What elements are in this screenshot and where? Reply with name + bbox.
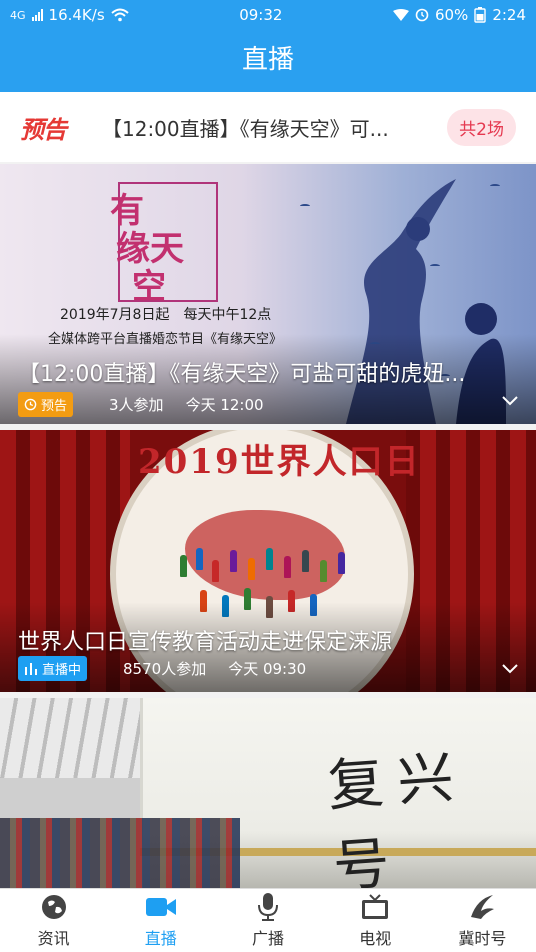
card-title[interactable]: 世界人口日宣传教育活动走进保定涞源 (18, 624, 518, 656)
crowd-image (0, 818, 240, 888)
battery-icon (474, 7, 487, 23)
status-badge-label: 直播中 (42, 663, 82, 678)
nav-label: 冀时号 (458, 928, 507, 948)
card-title[interactable]: 【12:00直播】《有缘天空》可盐可甜的虎妞... (18, 356, 518, 388)
top-bar: 4G 16.4K/s 09:32 60% 2:24 直播 (0, 0, 536, 92)
person-figure (230, 550, 237, 572)
bird-icon (490, 184, 500, 188)
nav-label: 广播 (252, 928, 285, 948)
preview-strip[interactable]: 预告 【12:00直播】《有缘天空》可... 共2场 (0, 92, 536, 162)
poster-date-line: 2019年7月8日起 每天中午12点 (60, 307, 272, 323)
page-title: 直播 (241, 45, 294, 75)
status-badge: 直播中 (18, 656, 88, 681)
network-type: 4G (10, 8, 26, 22)
signal-icon (31, 9, 43, 21)
microphone-icon (252, 892, 284, 921)
nav-label: 直播 (144, 928, 177, 948)
nav-label: 电视 (359, 928, 392, 948)
nav-item-news[interactable]: 资讯 (0, 889, 107, 952)
status-extra: 2:24 (492, 6, 526, 24)
person-figure (212, 560, 219, 582)
show-logo-line-1: 有 (110, 191, 144, 231)
person-figure (302, 550, 309, 572)
bottom-nav: 资讯 直播 广播 电视 冀时号 (0, 888, 536, 952)
person-figure (248, 558, 255, 580)
show-logo-line-2: 缘天 (116, 229, 184, 269)
alarm-icon (415, 8, 429, 22)
preview-tag: 预告 (20, 115, 67, 144)
nav-item-live[interactable]: 直播 (107, 889, 214, 952)
chevron-down-icon[interactable] (502, 390, 518, 411)
live-card-2[interactable]: 2019世界人口日 世界人口日宣传教育活动走进保定涞源 直播中 8570人参加 … (0, 430, 536, 692)
clock-icon (24, 398, 37, 411)
preview-title[interactable]: 【12:00直播】《有缘天空》可... (82, 113, 425, 142)
live-card-1[interactable]: 有 缘天 空 2019年7月8日起 每天中午12点 全媒体跨平台直播婚恋节目《有… (0, 164, 536, 424)
nav-item-tv[interactable]: 电视 (322, 889, 429, 952)
poster-banner: 2019世界人口日 (138, 442, 421, 482)
live-bars-icon (25, 663, 37, 675)
card-meta: 直播中 8570人参加 今天 09:30 (18, 656, 306, 681)
globe-icon (38, 893, 70, 921)
start-time: 今天 09:30 (228, 660, 307, 678)
person-figure (180, 555, 187, 577)
card-meta: 预告 3人参加 今天 12:00 (18, 392, 264, 417)
live-card-3[interactable]: 复兴号 (0, 698, 536, 888)
status-badge-label: 预告 (41, 399, 68, 414)
chevron-down-icon[interactable] (502, 658, 518, 679)
preview-count-badge[interactable]: 共2场 (447, 108, 516, 146)
person-figure (196, 548, 203, 570)
status-time: 09:32 (239, 6, 283, 24)
start-time: 今天 12:00 (185, 396, 264, 414)
show-logo-line-3: 空 (132, 267, 166, 307)
status-left: 4G 16.4K/s (10, 6, 129, 24)
tv-icon (359, 893, 391, 921)
person-figure (320, 560, 327, 582)
video-camera-icon (145, 893, 177, 921)
status-right: 60% 2:24 (392, 6, 526, 24)
bird-icon (430, 264, 440, 268)
status-badge: 预告 (18, 392, 74, 417)
wifi-icon (110, 8, 129, 22)
nav-item-radio[interactable]: 广播 (214, 889, 321, 952)
person-figure (338, 552, 345, 574)
participants-count: 8570人参加 (123, 660, 207, 678)
person-figure (266, 548, 273, 570)
wifi-strength-icon (392, 9, 409, 21)
person-figure (284, 556, 291, 578)
status-bar: 4G 16.4K/s 09:32 60% 2:24 (0, 0, 536, 30)
show-logo: 有 缘天 空 (110, 192, 184, 306)
swoosh-icon (466, 893, 498, 921)
train-brand-text: 复兴号 (325, 744, 470, 888)
bird-icon (300, 204, 310, 208)
network-speed: 16.4K/s (48, 6, 105, 24)
nav-item-jishihao[interactable]: 冀时号 (429, 889, 536, 952)
participants-count: 3人参加 (109, 396, 164, 414)
nav-label: 资讯 (37, 928, 70, 948)
battery-percent: 60% (434, 6, 469, 24)
